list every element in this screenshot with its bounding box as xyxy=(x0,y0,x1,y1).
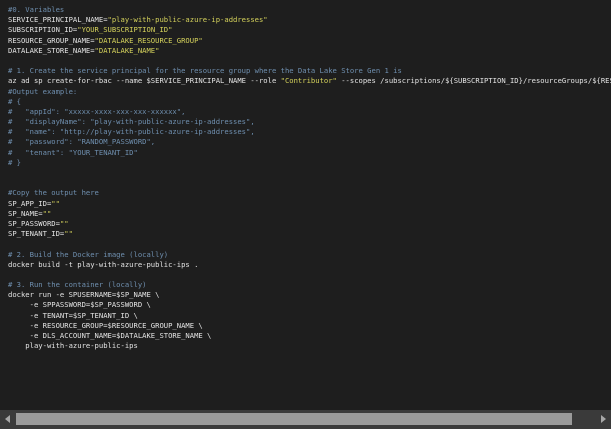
code-token-string: "DATALAKE_RESOURCE_GROUP" xyxy=(94,35,203,45)
scrollbar-track[interactable] xyxy=(16,413,595,425)
code-line: SP_APP_ID="" xyxy=(8,199,611,209)
code-token-string: "YOUR_SUBSCRIPTION_ID" xyxy=(77,25,173,35)
triangle-left-icon xyxy=(5,415,10,423)
code-token-plain: -e DLS_ACCOUNT_NAME=$DATALAKE_STORE_NAME… xyxy=(8,331,212,340)
code-line: SP_TENANT_ID="" xyxy=(8,229,611,239)
code-token-plain: SP_APP_ID= xyxy=(8,198,52,208)
code-token-string: "play-with-public-azure-ip-addresses" xyxy=(107,15,268,25)
code-token-plain: -e TENANT=$SP_TENANT_ID \ xyxy=(8,310,138,320)
code-line: # 3. Run the container (locally) xyxy=(8,280,611,290)
code-viewport[interactable]: #0. Variables SERVICE_PRINCIPAL_NAME="pla… xyxy=(0,0,611,408)
code-token-comment: # { xyxy=(8,96,21,106)
code-token-plain: --scopes /subscriptions/${SUBSCRIPTION_I… xyxy=(341,76,611,86)
code-token-plain: docker build -t play-with-azure-public-i… xyxy=(8,259,199,269)
code-line: # "password": "RANDOM_PASSWORD", xyxy=(8,137,611,147)
code-token-string: "DATALAKE_NAME" xyxy=(94,45,160,55)
code-line: # 1. Create the service principal for th… xyxy=(8,66,611,76)
code-token-string: "" xyxy=(59,218,69,228)
scroll-left-button[interactable] xyxy=(1,412,15,426)
code-token-plain: docker run -e SPUSERNAME=$SP_NAME \ xyxy=(8,290,160,300)
code-line: docker run -e SPUSERNAME=$SP_NAME \ xyxy=(8,290,611,300)
code-line: -e DLS_ACCOUNT_NAME=$DATALAKE_STORE_NAME… xyxy=(8,331,611,341)
code-line: -e SPPASSWORD=$SP_PASSWORD \ xyxy=(8,300,611,310)
code-line: # "displayName": "play-with-public-azure… xyxy=(8,117,611,127)
code-line: az ad sp create-for-rbac --name $SERVICE… xyxy=(8,76,611,86)
code-line: # 2. Build the Docker image (locally) xyxy=(8,250,611,260)
code-line: -e RESOURCE_GROUP=$RESOURCE_GROUP_NAME \ xyxy=(8,321,611,331)
code-line: #0. Variables xyxy=(8,5,611,15)
code-token-comment: # } xyxy=(8,157,21,167)
scroll-right-button[interactable] xyxy=(596,412,610,426)
code-token-comment: # "appId": "xxxxx-xxxx-xxx-xxx-xxxxxx", xyxy=(8,106,186,116)
code-line: # { xyxy=(8,97,611,107)
code-token-comment: #Copy the output here xyxy=(8,188,99,198)
code-line: play-with-azure-public-ips xyxy=(8,341,611,351)
code-token-comment: # 1. Create the service principal for th… xyxy=(8,66,402,76)
code-line: SERVICE_PRINCIPAL_NAME="play-with-public… xyxy=(8,15,611,25)
code-line: # } xyxy=(8,158,611,168)
code-token-comment: # "name": "http://play-with-public-azure… xyxy=(8,127,255,137)
horizontal-scrollbar[interactable] xyxy=(0,410,611,429)
code-block: #0. Variables SERVICE_PRINCIPAL_NAME="pla… xyxy=(0,0,611,429)
code-token-plain: play-with-azure-public-ips xyxy=(8,341,138,351)
code-token-plain: SERVICE_PRINCIPAL_NAME= xyxy=(8,15,108,25)
code-line: # "appId": "xxxxx-xxxx-xxx-xxx-xxxxxx", xyxy=(8,107,611,117)
scrollbar-thumb[interactable] xyxy=(16,413,572,425)
code-token-plain: SUBSCRIPTION_ID= xyxy=(8,25,78,35)
code-token-comment: #0. Variables xyxy=(8,5,65,14)
code-token-comment: # 2. Build the Docker image (locally) xyxy=(8,249,169,259)
code-token-plain: SP_NAME= xyxy=(8,208,43,218)
code-token-plain: -e RESOURCE_GROUP=$RESOURCE_GROUP_NAME \ xyxy=(8,320,203,330)
code-line: # "tenant": "YOUR_TENANT_ID" xyxy=(8,148,611,158)
code-line: SP_PASSWORD="" xyxy=(8,219,611,229)
code-line: -e TENANT=$SP_TENANT_ID \ xyxy=(8,311,611,321)
code-line: RESOURCE_GROUP_NAME="DATALAKE_RESOURCE_G… xyxy=(8,36,611,46)
code-token-string: "Contributor" xyxy=(280,76,337,86)
code-line: SP_NAME="" xyxy=(8,209,611,219)
code-token-string: "" xyxy=(64,229,73,239)
code-token-string: "" xyxy=(42,208,52,218)
code-line: #Copy the output here xyxy=(8,188,611,198)
code-token-comment: # "tenant": "YOUR_TENANT_ID" xyxy=(8,147,138,157)
code-line: docker build -t play-with-azure-public-i… xyxy=(8,260,611,270)
code-token-comment: # 3. Run the container (locally) xyxy=(8,280,147,290)
code-token-plain: az ad sp create-for-rbac --name $SERVICE… xyxy=(8,76,281,86)
code-token-plain: SP_PASSWORD= xyxy=(8,218,60,228)
code-token-comment: # "password": "RANDOM_PASSWORD", xyxy=(8,137,156,147)
code-token-plain: DATALAKE_STORE_NAME= xyxy=(8,45,95,55)
code-line: # "name": "http://play-with-public-azure… xyxy=(8,127,611,137)
code-lines: #0. Variables SERVICE_PRINCIPAL_NAME="pla… xyxy=(8,5,611,351)
triangle-right-icon xyxy=(601,415,606,423)
code-token-comment: #Output example: xyxy=(8,86,78,96)
code-token-string: "" xyxy=(51,198,60,208)
code-token-comment: # "displayName": "play-with-public-azure… xyxy=(8,117,255,127)
code-token-plain: -e SPPASSWORD=$SP_PASSWORD \ xyxy=(8,300,151,310)
code-line: SUBSCRIPTION_ID="YOUR_SUBSCRIPTION_ID" xyxy=(8,25,611,35)
code-line: DATALAKE_STORE_NAME="DATALAKE_NAME" xyxy=(8,46,611,56)
code-token-plain: SP_TENANT_ID= xyxy=(8,229,65,239)
code-token-plain: RESOURCE_GROUP_NAME= xyxy=(8,35,95,45)
code-line: #Output example: xyxy=(8,87,611,97)
